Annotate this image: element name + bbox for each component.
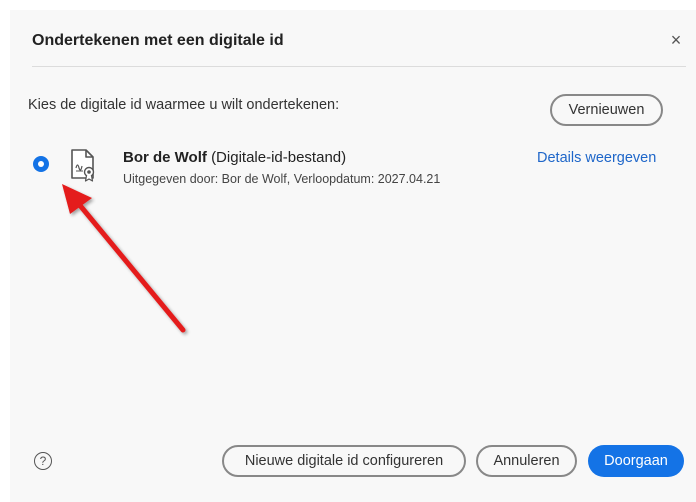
details-link[interactable]: Details weergeven bbox=[537, 150, 656, 166]
id-holder-name: Bor de Wolf bbox=[123, 149, 207, 166]
refresh-button[interactable]: Vernieuwen bbox=[550, 94, 663, 126]
sign-dialog: Ondertekenen met een digitale id × Kies … bbox=[10, 10, 696, 502]
title-divider bbox=[32, 66, 686, 67]
continue-button[interactable]: Doorgaan bbox=[588, 445, 684, 477]
dialog-title: Ondertekenen met een digitale id bbox=[32, 32, 284, 49]
id-type: (Digitale-id-bestand) bbox=[211, 149, 347, 166]
close-icon[interactable]: × bbox=[668, 31, 684, 49]
help-icon[interactable]: ? bbox=[34, 452, 52, 470]
select-id-prompt: Kies de digitale id waarmee u wilt onder… bbox=[28, 97, 340, 113]
cancel-button[interactable]: Annuleren bbox=[476, 445, 577, 477]
certificate-file-icon bbox=[71, 149, 95, 182]
configure-new-id-button[interactable]: Nieuwe digitale id configureren bbox=[222, 445, 466, 477]
id-radio-button[interactable] bbox=[33, 156, 49, 172]
radio-selected-dot bbox=[38, 161, 44, 167]
id-issuer-expiry: Uitgegeven door: Bor de Wolf, Verloopdat… bbox=[123, 172, 441, 186]
id-name-line: Bor de Wolf (Digitale-id-bestand) bbox=[123, 149, 346, 166]
